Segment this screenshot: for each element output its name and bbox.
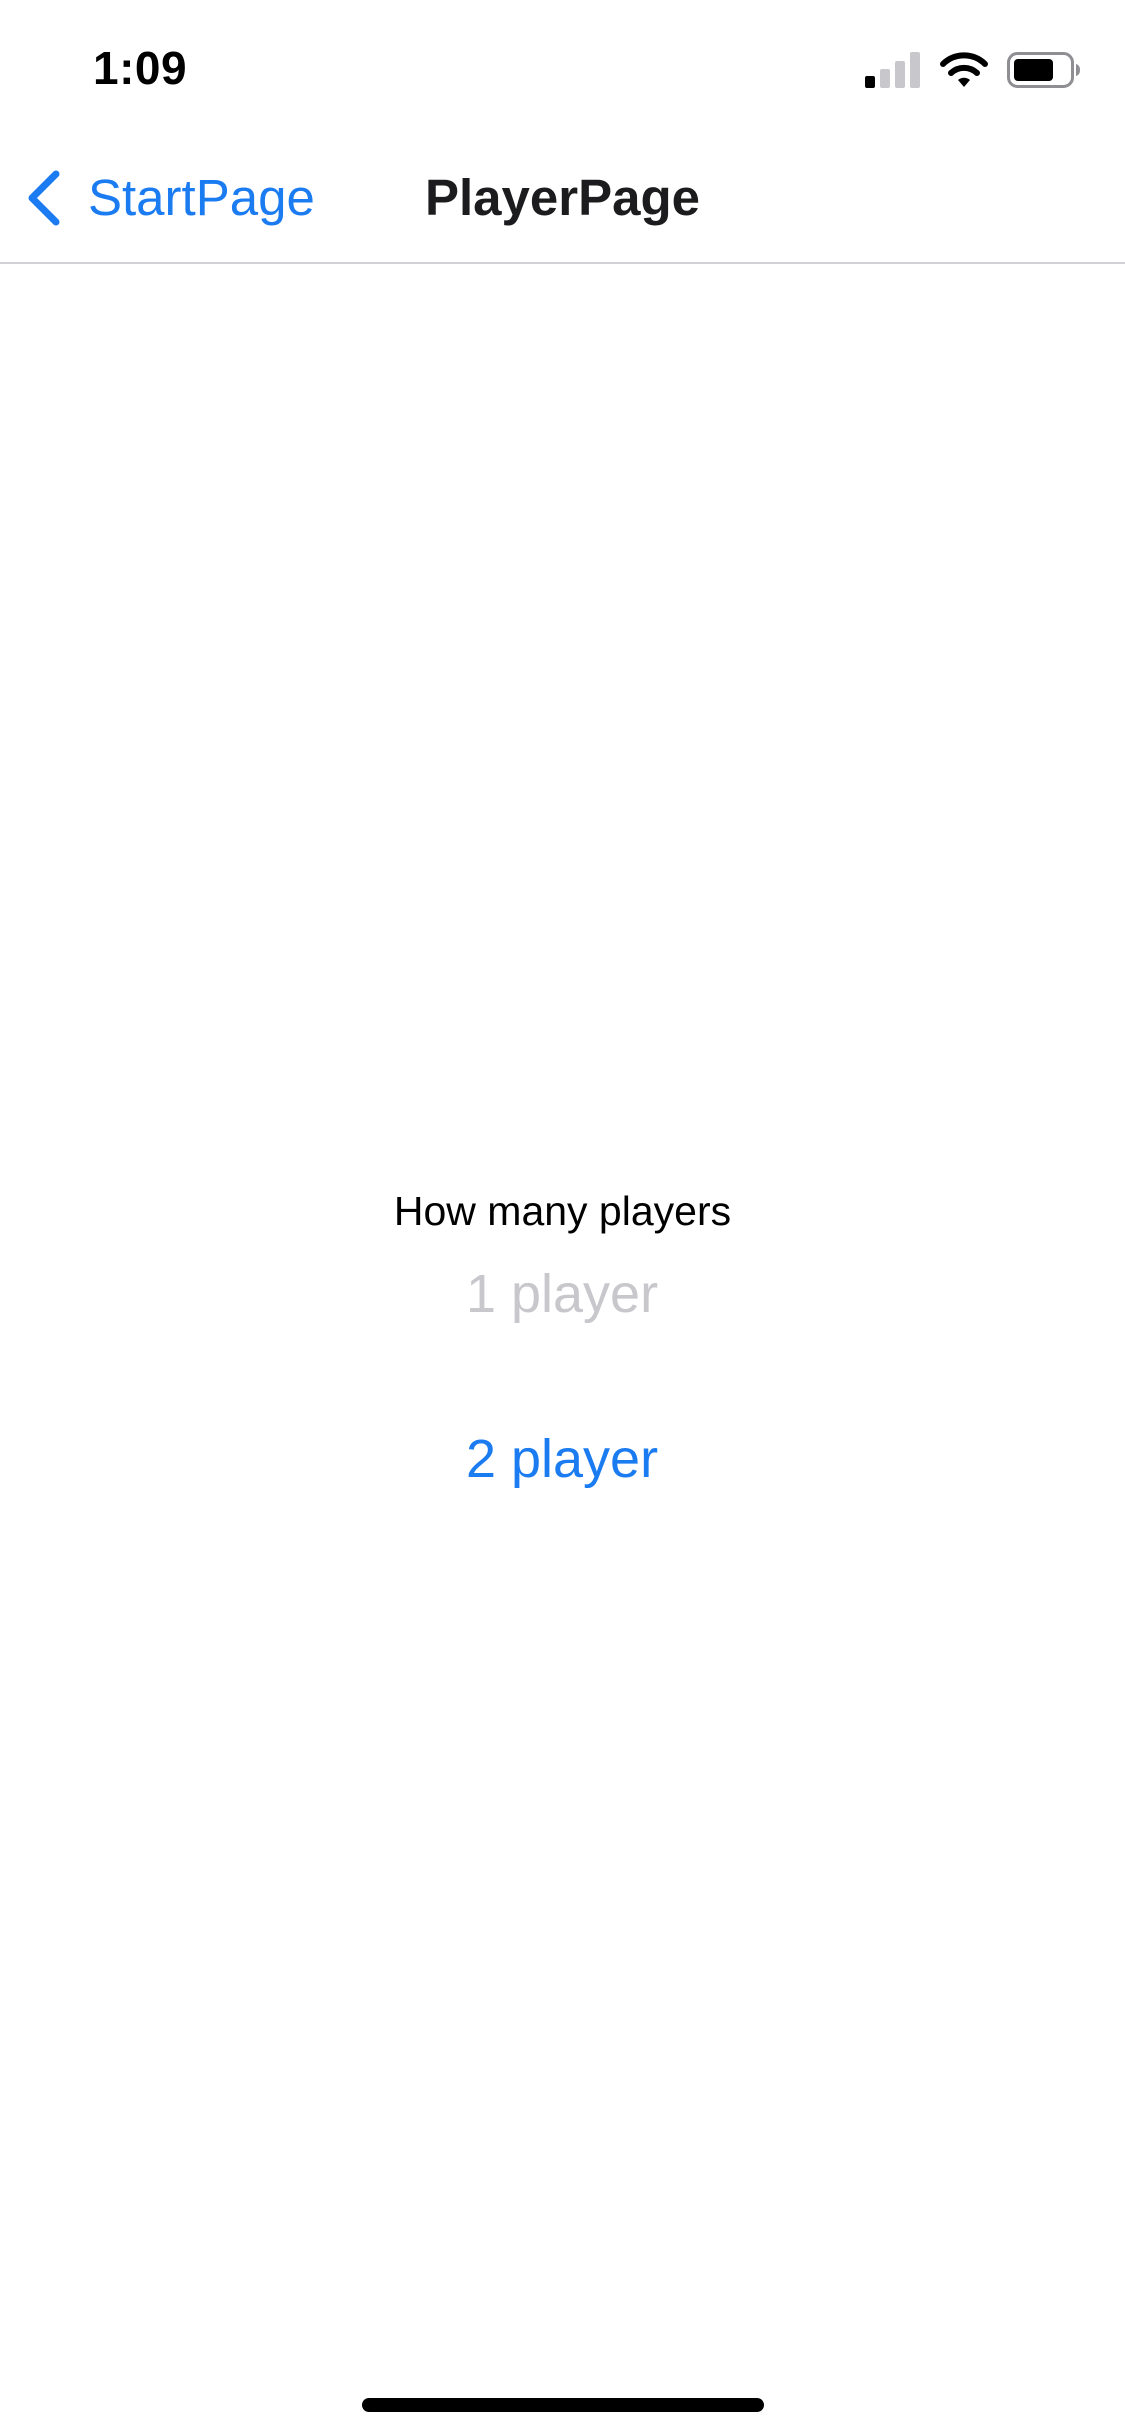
status-bar: 1:09 <box>0 0 1125 132</box>
status-icons <box>865 48 1081 92</box>
two-player-button[interactable]: 2 player <box>362 1414 762 1504</box>
battery-icon <box>1007 52 1080 88</box>
one-player-button[interactable]: 1 player <box>362 1249 762 1339</box>
cellular-signal-icon <box>865 52 920 88</box>
page-title: PlayerPage <box>424 169 701 226</box>
screen: 1:09 StartPage PlayerPage How many playe… <box>0 0 1125 2436</box>
wifi-icon <box>940 52 988 87</box>
home-indicator <box>362 2398 764 2412</box>
navigation-bar: StartPage PlayerPage <box>0 132 1125 264</box>
player-count-question: How many players <box>393 1188 732 1234</box>
status-time: 1:09 <box>93 42 188 94</box>
